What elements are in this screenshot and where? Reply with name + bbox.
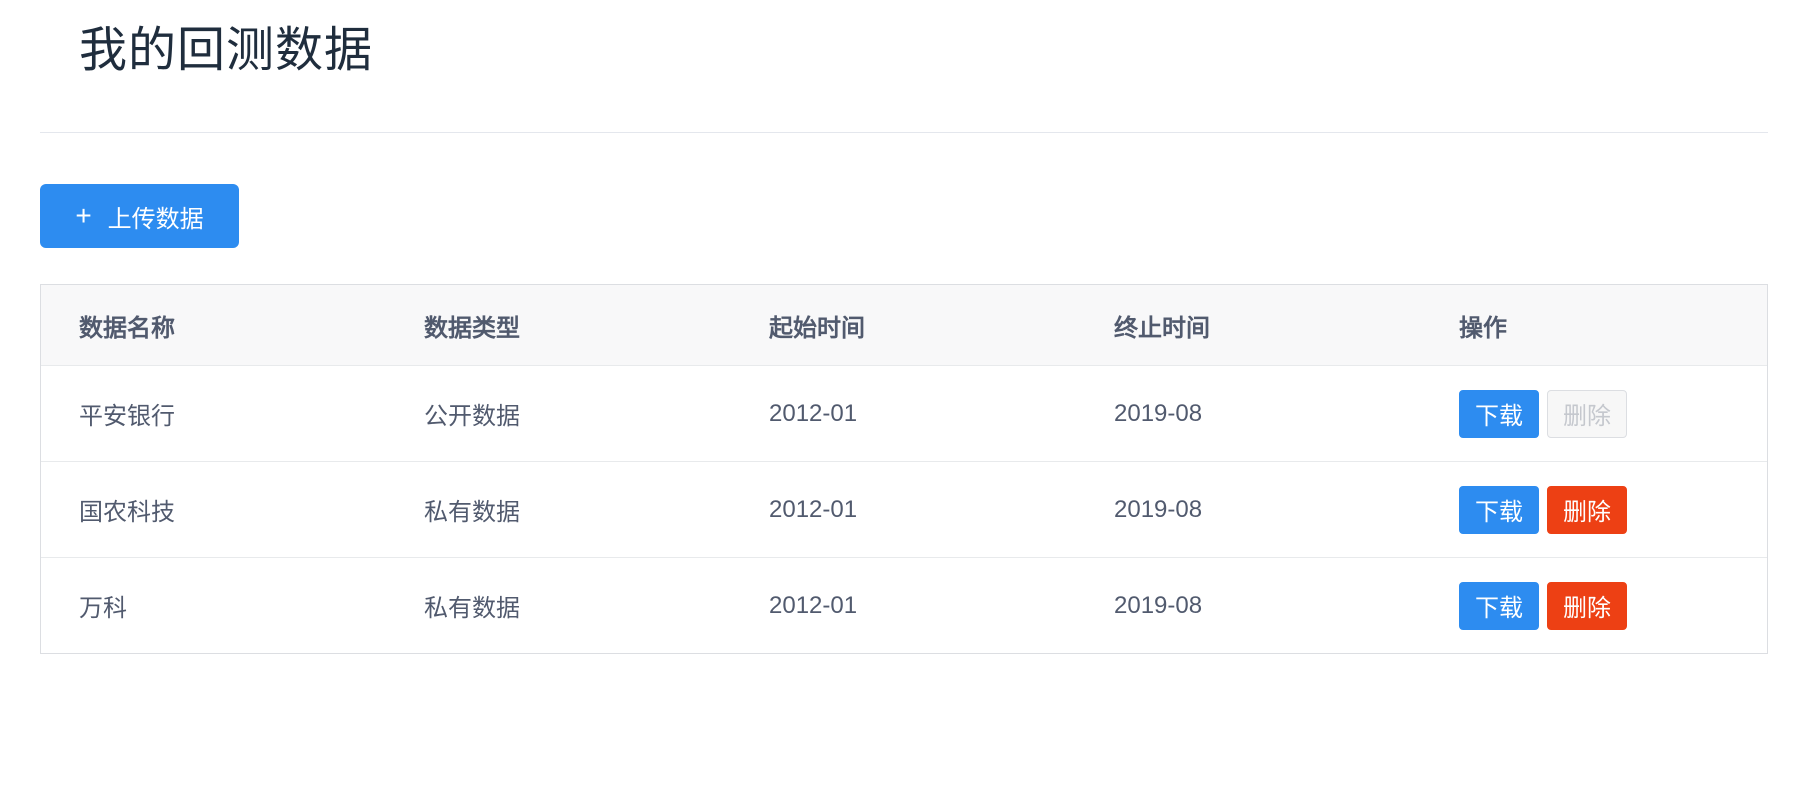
download-button[interactable]: 下载 bbox=[1459, 485, 1539, 534]
column-header-end: 终止时间 bbox=[1114, 314, 1210, 342]
table-row: 国农科技 私有数据 2012-01 2019-08 下载 删除 bbox=[41, 461, 1767, 557]
cell-start-time: 2012-01 bbox=[769, 399, 858, 427]
page-title: 我的回测数据 bbox=[79, 24, 374, 77]
cell-data-name: 国农科技 bbox=[79, 499, 175, 526]
delete-button-disabled[interactable]: 删除 bbox=[1547, 389, 1627, 438]
data-table: 数据名称 数据类型 起始时间 终止时间 操作 平安银行 公开数据 2012-01… bbox=[40, 284, 1768, 654]
cell-actions: 下载 删除 bbox=[1421, 581, 1767, 630]
column-header-type: 数据类型 bbox=[424, 314, 520, 342]
column-header-start: 起始时间 bbox=[769, 314, 865, 342]
delete-button[interactable]: 删除 bbox=[1547, 485, 1627, 534]
cell-actions: 下载 删除 bbox=[1421, 389, 1767, 438]
cell-data-name: 平安银行 bbox=[79, 403, 175, 430]
title-divider bbox=[40, 132, 1768, 133]
cell-data-type: 公开数据 bbox=[424, 403, 520, 430]
table-header-row: 数据名称 数据类型 起始时间 终止时间 操作 bbox=[41, 285, 1767, 365]
column-header-actions: 操作 bbox=[1459, 314, 1507, 342]
download-button[interactable]: 下载 bbox=[1459, 581, 1539, 630]
cell-data-type: 私有数据 bbox=[424, 595, 520, 622]
cell-actions: 下载 删除 bbox=[1421, 485, 1767, 534]
cell-end-time: 2019-08 bbox=[1114, 591, 1203, 619]
cell-end-time: 2019-08 bbox=[1114, 495, 1203, 523]
cell-data-type: 私有数据 bbox=[424, 499, 520, 526]
cell-start-time: 2012-01 bbox=[769, 495, 858, 523]
table-row: 万科 私有数据 2012-01 2019-08 下载 删除 bbox=[41, 557, 1767, 653]
cell-start-time: 2012-01 bbox=[769, 591, 858, 619]
download-button[interactable]: 下载 bbox=[1459, 389, 1539, 438]
upload-data-label: 上传数据 bbox=[107, 205, 204, 233]
cell-data-name: 万科 bbox=[79, 595, 127, 622]
page: 我的回测数据 + 上传数据 数据名称 数据类型 起始时间 终止时间 操作 平安银… bbox=[0, 0, 1804, 798]
delete-button[interactable]: 删除 bbox=[1547, 581, 1627, 630]
upload-data-button[interactable]: + 上传数据 bbox=[40, 184, 239, 248]
column-header-name: 数据名称 bbox=[79, 314, 175, 342]
plus-icon: + bbox=[75, 200, 92, 231]
table-row: 平安银行 公开数据 2012-01 2019-08 下载 删除 bbox=[41, 365, 1767, 461]
cell-end-time: 2019-08 bbox=[1114, 399, 1203, 427]
